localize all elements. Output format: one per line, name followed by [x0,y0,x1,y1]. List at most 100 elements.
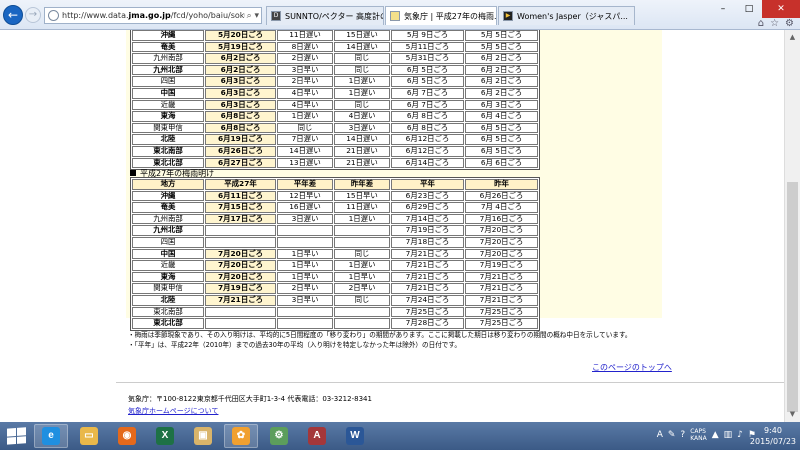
ime-mode-icon[interactable]: A [657,430,663,440]
date-cell: 6月 2日ごろ [465,76,538,87]
taskbar-app-word[interactable]: W [338,424,372,448]
favorites-star-icon[interactable]: ☆ [770,18,779,29]
search-dropdown-icon[interactable]: ⌕ ▾ [247,11,259,21]
date-cell: 7月21日ごろ [465,271,538,283]
date-cell: 6月19日ごろ [205,134,276,145]
taskbar-app-paint[interactable]: ✿ [224,424,258,448]
home-icon[interactable]: ⌂ [758,18,764,29]
baiu-onset-table: 沖縄 5月20日ごろ 11日遅い 15日遅い 5月 9日ごろ 5月 5日ごろ 奄美 5月19日… [130,30,540,171]
date-cell: 1日早い [277,271,333,283]
scroll-down-icon[interactable]: ▼ [785,407,800,422]
scroll-up-icon[interactable]: ▲ [785,30,800,45]
table-row: 中国 6月3日ごろ 4日早い 1日遅い 6月 7日ごろ 6月 2日ごろ [132,87,538,99]
taskbar-app-firefox[interactable]: ◉ [110,424,144,448]
tab-womens-jasper[interactable]: ▶ Women's Jasper（ジャスパ... [498,6,635,25]
tab-label: 気象庁 | 平成27年の梅雨... [404,11,497,21]
date-cell [205,236,276,248]
date-cell: 7月20日ごろ [465,236,538,248]
tab-favicon-icon [390,11,400,21]
close-window-icon[interactable]: ✕ [762,0,800,18]
back-to-top-link[interactable]: このページのトップへ [592,362,672,373]
region-cell: 中国 [132,87,204,99]
date-cell [205,318,276,329]
table-row: 東北南部 7月25日ごろ 7月25日ごろ [132,306,538,318]
address-url[interactable]: http://www.data.jma.go.jp/fcd/yoho/baiu/… [62,11,245,20]
table-row: 東北北部 7月28日ごろ 7月25日ごろ [132,318,538,329]
vertical-scrollbar[interactable]: ▲ ▼ [784,30,800,422]
region-cell: 中国 [132,248,204,260]
help-icon[interactable]: ? [680,430,685,440]
date-cell: 8日遅い [277,41,333,53]
table-row: 九州南部 6月2日ごろ 2日遅い 同じ 5月31日ごろ 6月 2日ごろ [132,53,538,64]
taskbar-clock[interactable]: 9:40 2015/07/23 [750,425,796,447]
date-cell: 6月 5日ごろ [465,134,538,145]
settings-gear-icon[interactable]: ⚙ [785,18,794,29]
tab-suunto[interactable]: D SUNNTO/ペクター 高度計の... [266,6,384,25]
date-cell: 6月12日ごろ [391,134,464,145]
date-cell: 6月26日ごろ [205,145,276,157]
address-bar[interactable]: http://www.data.jma.go.jp/fcd/yoho/baiu/… [44,7,262,24]
date-cell: 6月 7日ごろ [391,87,464,99]
date-cell: 21日遅い [334,157,390,169]
date-cell [334,225,390,236]
date-cell: 7月20日ごろ [465,225,538,236]
tab-jma-baiu[interactable]: 気象庁 | 平成27年の梅雨... × [385,6,497,25]
scrollbar-thumb[interactable] [787,182,798,412]
network-icon[interactable]: ▥ [724,430,733,440]
taskbar-app-access[interactable]: A [300,424,334,448]
footnotes: ・梅雨は季節現象であり、その入り明けは、平均的に5日間程度の「移り変わり」の期間… [128,330,631,350]
date-cell: 6月 5日ごろ [465,122,538,134]
date-cell: 同じ [277,122,333,134]
date-cell: 6月 7日ごろ [391,99,464,111]
region-cell: 東北南部 [132,145,204,157]
taskbar-app-ie[interactable]: e [34,424,68,448]
column-header: 平年 [391,179,464,190]
ime-status[interactable]: CAPS KANA [690,428,707,442]
date-cell: 同じ [334,64,390,76]
baiu-onset-rows: 沖縄 5月20日ごろ 11日遅い 15日遅い 5月 9日ごろ 5月 5日ごろ 奄美 5月19日… [132,30,538,169]
tab-label: Women's Jasper（ジャスパ... [517,11,628,21]
date-cell: 6月 2日ごろ [465,64,538,76]
firefox-icon: ◉ [118,427,136,445]
date-cell: 7月24日ごろ [391,294,464,306]
date-cell: 1日早い [277,260,333,271]
date-cell: 7月28日ごろ [391,318,464,329]
access-icon: A [308,427,326,445]
taskbar-app-tools[interactable]: ⚙ [262,424,296,448]
date-cell: 7月20日ごろ [205,271,276,283]
minimize-icon[interactable]: – [710,0,736,18]
date-cell: 4日早い [277,87,333,99]
date-cell: 2日早い [277,283,333,294]
date-cell: 4日早い [277,99,333,111]
date-cell: 6月8日ごろ [205,111,276,122]
column-header: 昨年 [465,179,538,190]
taskbar-app-explorer[interactable]: ▭ [72,424,106,448]
clock-date: 2015/07/23 [749,437,796,446]
date-cell: 6月29日ごろ [391,202,464,213]
back-button[interactable]: ← [3,5,23,25]
taskbar-app-viewer[interactable]: ▣ [186,424,220,448]
date-cell: 6月 6日ごろ [465,157,538,169]
jma-homepage-about-link[interactable]: 気象庁ホームページについて [128,406,218,416]
region-cell: 東北北部 [132,318,204,329]
ime-pad-icon[interactable]: ✎ [668,430,676,440]
date-cell: 1日遅い [334,87,390,99]
show-hidden-icons-icon[interactable]: ▲ [712,430,719,440]
date-cell: 7月16日ごろ [465,213,538,225]
date-cell: 11日遅い [277,30,333,41]
date-cell: 同じ [334,99,390,111]
footer-divider [116,382,784,383]
taskbar-app-excel[interactable]: X [148,424,182,448]
maximize-icon[interactable]: □ [736,0,762,18]
forward-button[interactable]: → [25,7,41,23]
date-cell: 5月19日ごろ [205,41,276,53]
volume-icon[interactable]: ♪ [737,430,743,440]
date-cell: 6月3日ごろ [205,76,276,87]
footnote-line: ・梅雨は季節現象であり、その入り明けは、平均的に5日間程度の「移り変わり」の期間… [128,331,632,339]
date-cell: 7月14日ごろ [391,213,464,225]
region-cell: 奄美 [132,41,204,53]
start-windows-icon[interactable] [4,424,28,448]
column-header: 昨年差 [334,179,390,190]
date-cell: 7月21日ごろ [391,283,464,294]
word-icon: W [346,427,364,445]
